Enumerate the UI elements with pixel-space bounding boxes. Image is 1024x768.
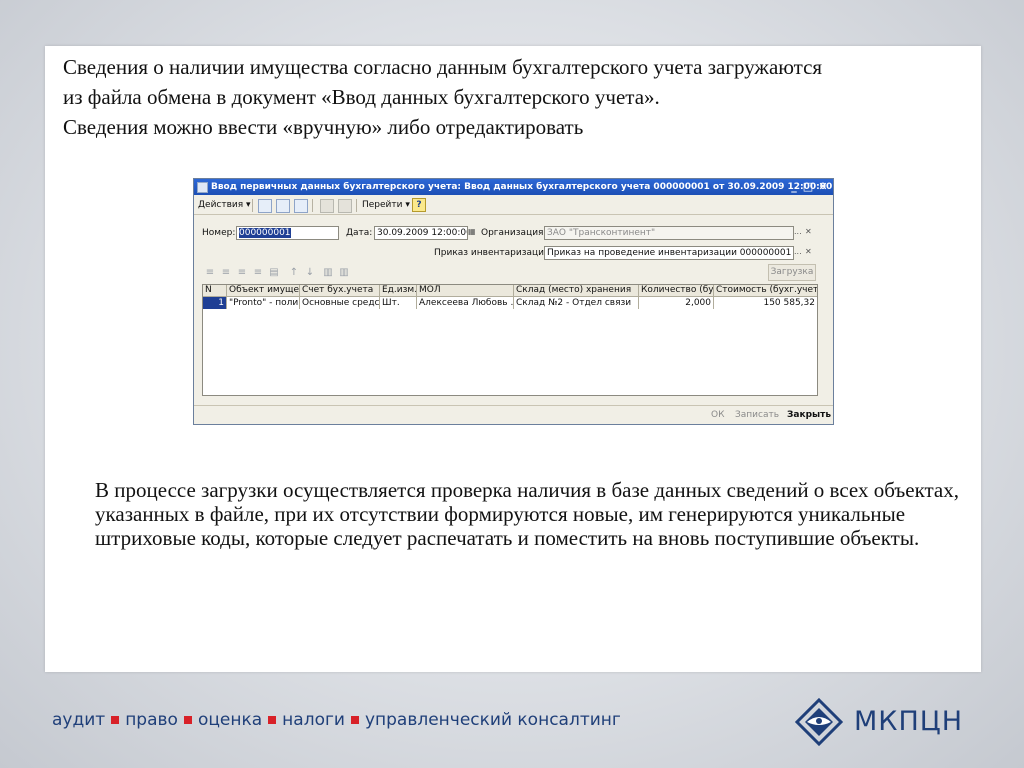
move-down-icon[interactable]: ↓ [304,267,316,278]
excel-icon[interactable] [276,199,290,213]
column-header[interactable]: Склад (место) хранения [514,285,639,296]
back-arrow-icon[interactable] [258,199,272,213]
delete-row-icon[interactable]: ≡ [252,267,264,278]
footer-item-taxes: налоги [282,710,345,730]
save-button[interactable]: Записать [735,409,779,421]
column-header[interactable]: N [203,285,227,296]
intro-line-3: Сведения можно ввести «вручную» либо отр… [63,115,584,139]
ok-button[interactable]: ОК [711,409,724,421]
actions-menu[interactable]: Действия ▾ [198,199,251,211]
goto-menu[interactable]: Перейти ▾ [362,199,410,211]
row-number: 1 [203,297,227,309]
column-header[interactable]: Стоимость (бухг.учет) [714,285,817,296]
footer-services: аудит право оценка налоги управленческий кон… [52,710,621,730]
table-header: N Объект имуще... Счет бух.учета Ед.изм.… [203,285,817,297]
close-window-button[interactable]: ✕ [817,179,829,195]
end-edit-icon[interactable]: ▤ [268,267,280,278]
maximize-button[interactable]: □ [802,179,814,195]
organization-label: Организация: [481,228,547,238]
organization-field[interactable]: ЗАО "Трансконтинент" [544,226,794,240]
column-header[interactable]: Объект имуще... [227,285,300,296]
toolbar-separator [356,199,357,212]
copy-icon[interactable] [338,199,352,213]
brand-name: МКПЦН [854,706,964,737]
minimize-button[interactable]: _ [788,179,800,195]
footer-item-consulting: управленческий консалтинг [364,710,621,730]
window-title: Ввод первичных данных бухгалтерского уче… [211,182,833,192]
load-button[interactable]: Загрузка [768,264,816,281]
sort-desc-icon[interactable]: ▥ [338,267,350,278]
column-header[interactable]: Счет бух.учета [300,285,380,296]
close-button[interactable]: Закрыть [787,409,831,421]
print-icon[interactable] [320,199,334,213]
process-note: В процессе загрузки осуществляется прове… [95,478,959,550]
number-label: Номер: [202,228,236,238]
copy-row-icon[interactable]: ≡ [220,267,232,278]
table-cell[interactable]: Алексеева Любовь ... [417,297,514,309]
bullet-icon [183,715,192,724]
calendar-icon[interactable]: ▦ [468,227,476,236]
assets-table[interactable]: N Объект имуще... Счет бух.учета Ед.изм.… [202,284,818,396]
order-field[interactable]: Приказ на проведение инвентаризации 0000… [544,246,794,260]
sort-asc-icon[interactable]: ▥ [322,267,334,278]
bullet-icon [111,715,120,724]
bullet-icon [350,715,359,724]
column-header[interactable]: МОЛ [417,285,514,296]
number-field[interactable]: 000000001 [236,226,339,240]
column-header[interactable]: Количество (бу... [639,285,714,296]
toolbar: Действия ▾ Перейти ▾ ? [194,196,833,215]
select-ellipsis-icon[interactable]: ... [794,247,802,256]
date-field[interactable]: 30.09.2009 12:00:00 [374,226,468,240]
table-cell[interactable]: Шт. [380,297,417,309]
clear-icon[interactable]: ✕ [805,247,812,256]
order-label: Приказ инвентаризации: [434,248,553,258]
date-label: Дата: [346,228,373,238]
table-cell[interactable]: 2,000 [639,297,714,309]
window-titlebar: Ввод первичных данных бухгалтерского уче… [194,179,833,195]
document-window: Ввод первичных данных бухгалтерского уче… [193,178,834,425]
select-ellipsis-icon[interactable]: ... [794,227,802,236]
footer-item-law: право [125,710,178,730]
document-icon [197,182,208,193]
table-cell[interactable]: Основные средс... [300,297,380,309]
table-row[interactable]: 1 "Pronto" - поли... Основные средс... Ш… [203,297,817,309]
add-row-icon[interactable]: ≡ [204,267,216,278]
number-value: 000000001 [239,228,291,238]
table-cell[interactable]: 150 585,32 [714,297,817,309]
bullet-icon [268,715,277,724]
toolbar-separator [312,199,313,212]
intro-line-2: из файла обмена в документ «Ввод данных … [63,85,660,109]
column-header[interactable]: Ед.изм. [380,285,417,296]
window-footer: ОК Записать Закрыть [194,405,833,424]
help-icon[interactable]: ? [412,198,426,212]
table-cell[interactable]: "Pronto" - поли... [227,297,300,309]
intro-text: Сведения о наличии имущества согласно да… [63,52,963,142]
footer-item-valuation: оценка [197,710,263,730]
move-up-icon[interactable]: ↑ [288,267,300,278]
footer-item-audit: аудит [52,710,106,730]
intro-line-1: Сведения о наличии имущества согласно да… [63,55,823,79]
toolbar-separator [252,199,253,212]
clear-icon[interactable]: ✕ [805,227,812,236]
table-cell[interactable]: Склад №2 - Отдел связи [514,297,639,309]
move-icon[interactable] [294,199,308,213]
edit-row-icon[interactable]: ≡ [236,267,248,278]
slide-content-panel: Сведения о наличии имущества согласно да… [45,46,981,672]
